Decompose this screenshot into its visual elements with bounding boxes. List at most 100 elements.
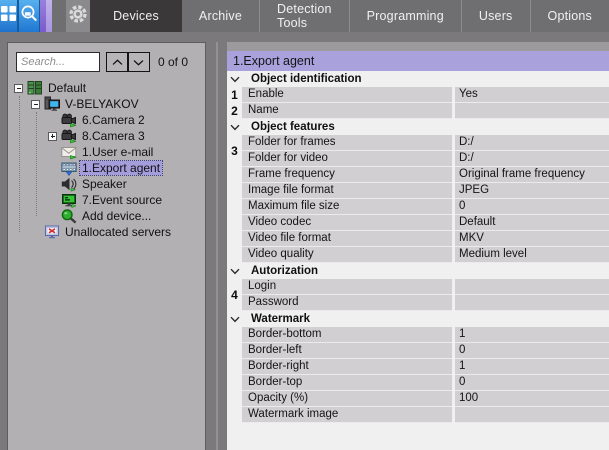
section-header-watermark[interactable]: Watermark xyxy=(227,311,609,327)
device-tree: DefaultV-BELYAKOV6.Camera 2 8.Camera 3 1.U… xyxy=(8,80,205,450)
tree-item-add-device[interactable]: Add device... xyxy=(8,208,205,224)
tree-item-label: Speaker xyxy=(80,177,129,191)
tree-item-label: Default xyxy=(46,81,88,95)
property-value[interactable]: Medium level xyxy=(455,247,609,263)
tab-options[interactable]: Options xyxy=(530,0,609,32)
property-row-password: Password xyxy=(227,295,609,311)
row-marker-slot xyxy=(227,343,242,359)
chevron-down-icon xyxy=(132,55,145,70)
property-value[interactable]: 0 xyxy=(455,343,609,359)
property-value[interactable]: D:/ xyxy=(455,151,609,167)
topbar: DevicesArchiveDetection ToolsProgramming… xyxy=(0,0,609,32)
row-marker-slot xyxy=(227,167,242,183)
row-marker-slot: 2 xyxy=(227,103,242,119)
property-row-login: 4Login xyxy=(227,279,609,295)
tree-item-v-belyakov[interactable]: V-BELYAKOV xyxy=(8,96,205,112)
property-value[interactable] xyxy=(455,279,609,295)
property-label: Name xyxy=(242,103,452,119)
property-value[interactable]: 1 xyxy=(455,327,609,343)
section-header-object-identification[interactable]: Object identification xyxy=(227,71,609,87)
property-row-border-right: Border-right1 xyxy=(227,359,609,375)
property-label: Opacity (%) xyxy=(242,391,452,407)
export-agent-icon xyxy=(61,160,77,176)
tree-item-7-event-source[interactable]: 7.Event source xyxy=(8,192,205,208)
property-value[interactable]: 100 xyxy=(455,391,609,407)
section-header-object-features[interactable]: Object features xyxy=(227,119,609,135)
chevron-up-icon xyxy=(111,55,124,70)
main-tabs: DevicesArchiveDetection ToolsProgramming… xyxy=(90,0,609,32)
tree-item-1-user-e-mail[interactable]: 1.User e-mail xyxy=(8,144,205,160)
property-value[interactable]: D:/ xyxy=(455,135,609,151)
tab-users[interactable]: Users xyxy=(461,0,530,32)
tree-item-label: Unallocated servers xyxy=(63,225,173,239)
email-icon xyxy=(61,144,77,160)
annotation-marker-1: 1 xyxy=(227,89,242,101)
row-marker-slot: 3 xyxy=(227,135,242,151)
property-value[interactable]: 0 xyxy=(455,199,609,215)
tree-item-default[interactable]: Default xyxy=(8,80,205,96)
section-header-autorization[interactable]: Autorization xyxy=(227,263,609,279)
search-input[interactable] xyxy=(16,52,100,72)
properties-panel: 1.Export agent Object identification1Ena… xyxy=(227,42,609,450)
search-prev-button[interactable] xyxy=(106,52,128,72)
tree-item-label: 7.Event source xyxy=(80,193,164,207)
property-label: Maximum file size xyxy=(242,199,452,215)
property-value[interactable]: Yes xyxy=(455,87,609,103)
property-row-name: 2Name xyxy=(227,103,609,119)
property-value[interactable]: 0 xyxy=(455,375,609,391)
tree-item-unallocated-servers[interactable]: Unallocated servers xyxy=(8,224,205,240)
tab-devices[interactable]: Devices xyxy=(90,0,182,32)
search-monitor-icon xyxy=(19,4,39,29)
property-value[interactable] xyxy=(455,103,609,119)
tree-item-label: Add device... xyxy=(80,209,153,223)
tree-item-8-camera-3[interactable]: 8.Camera 3 xyxy=(8,128,205,144)
property-value[interactable]: JPEG xyxy=(455,183,609,199)
row-marker-slot xyxy=(227,215,242,231)
tree-item-1-export-agent[interactable]: 1.Export agent xyxy=(8,160,205,176)
property-label: Border-bottom xyxy=(242,327,452,343)
search-next-button[interactable] xyxy=(128,52,150,72)
settings-button[interactable] xyxy=(66,0,90,32)
row-marker-slot xyxy=(227,151,242,167)
tree-expander-minus[interactable] xyxy=(14,84,23,93)
servers-icon xyxy=(27,80,43,96)
tree-item-label: 1.Export agent xyxy=(80,161,162,175)
property-label: Border-left xyxy=(242,343,452,359)
chevron-down-icon xyxy=(230,268,240,275)
property-value[interactable]: Original frame frequency xyxy=(455,167,609,183)
property-row-folder-for-video: Folder for videoD:/ xyxy=(227,151,609,167)
panel-divider xyxy=(216,42,218,450)
app-window: DevicesArchiveDetection ToolsProgramming… xyxy=(0,0,609,450)
annotation-marker-2: 2 xyxy=(227,105,242,117)
row-marker-slot xyxy=(227,295,242,311)
accent-strip-lavender xyxy=(46,0,52,32)
row-marker-slot: 4 xyxy=(227,279,242,295)
tab-programming[interactable]: Programming xyxy=(349,0,461,32)
tree-item-label: 6.Camera 2 xyxy=(80,113,147,127)
tree-item-label: 8.Camera 3 xyxy=(80,129,147,143)
property-value[interactable]: MKV xyxy=(455,231,609,247)
tree-expander-plus[interactable] xyxy=(48,132,57,141)
search-view-button[interactable] xyxy=(19,0,40,32)
property-label: Password xyxy=(242,295,452,311)
property-value[interactable]: 1 xyxy=(455,359,609,375)
property-value[interactable] xyxy=(455,407,609,423)
windows-grid-button[interactable] xyxy=(0,0,19,32)
computer-icon xyxy=(44,96,60,112)
windows-grid-icon xyxy=(0,5,17,27)
tree-item-speaker[interactable]: Speaker xyxy=(8,176,205,192)
tree-item-6-camera-2[interactable]: 6.Camera 2 xyxy=(8,112,205,128)
property-label: Enable xyxy=(242,87,452,103)
row-marker-slot xyxy=(227,231,242,247)
tab-detection-tools[interactable]: Detection Tools xyxy=(259,0,349,32)
property-row-watermark-image: Watermark image xyxy=(227,407,609,423)
property-label: Folder for video xyxy=(242,151,452,167)
property-value[interactable]: Default xyxy=(455,215,609,231)
property-value[interactable] xyxy=(455,295,609,311)
property-label: Login xyxy=(242,279,452,295)
property-row-maximum-file-size: Maximum file size0 xyxy=(227,199,609,215)
tab-archive[interactable]: Archive xyxy=(182,0,259,32)
tree-expander-minus[interactable] xyxy=(31,100,40,109)
tree-item-label: 1.User e-mail xyxy=(80,145,155,159)
add-device-icon xyxy=(61,208,77,224)
